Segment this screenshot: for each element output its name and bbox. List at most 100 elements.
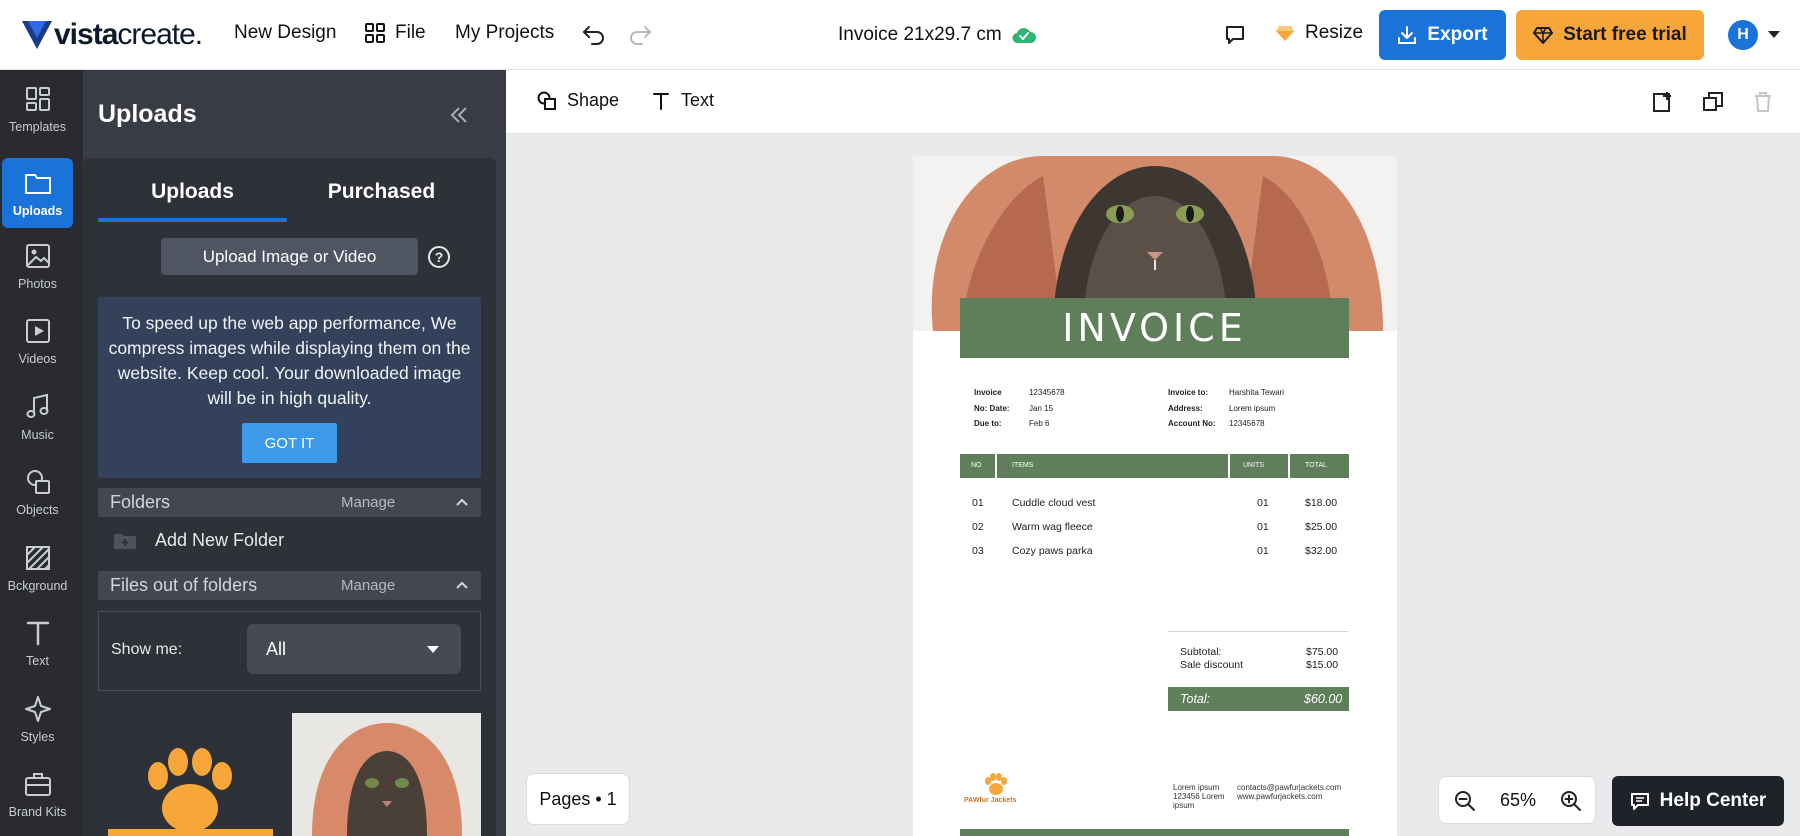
meta-due-value: Feb 6 bbox=[1029, 419, 1050, 428]
paw-logo-image bbox=[108, 748, 273, 836]
account-chevron-down-icon[interactable] bbox=[1768, 31, 1780, 39]
total-bar[interactable]: Total: $60.00 bbox=[1168, 687, 1349, 711]
vistacreate-logo[interactable]: vistacreate. bbox=[22, 18, 203, 51]
footer-address: Lorem ipsum 123456 Lorem ipsum bbox=[1173, 783, 1225, 810]
rail-item-text[interactable]: Text bbox=[2, 608, 73, 678]
folders-label: Folders bbox=[110, 492, 171, 512]
help-icon[interactable]: ? bbox=[428, 246, 450, 268]
folders-section-header: Folders Manage bbox=[98, 488, 481, 517]
export-button[interactable]: Export bbox=[1379, 10, 1506, 60]
cat-photo-image bbox=[292, 713, 481, 836]
meta-address-label: Address: bbox=[1168, 404, 1203, 413]
shape-label: Shape bbox=[567, 90, 620, 110]
row-total: $18.00 bbox=[1305, 497, 1338, 509]
files-manage-link[interactable]: Manage bbox=[341, 577, 395, 594]
zoom-out-icon[interactable] bbox=[1454, 790, 1476, 812]
add-page-icon[interactable] bbox=[1651, 90, 1675, 114]
text-icon bbox=[26, 621, 49, 646]
col-separator bbox=[995, 454, 997, 478]
comment-icon[interactable] bbox=[1224, 24, 1246, 46]
total-label: Total: bbox=[1180, 692, 1211, 706]
brand-kit-icon bbox=[24, 773, 51, 796]
resize-button[interactable]: Resize bbox=[1275, 22, 1363, 44]
discount-label: Sale discount bbox=[1180, 659, 1244, 671]
new-design-button[interactable]: New Design bbox=[234, 22, 336, 44]
footer-email: contacts@pawfurjackets.com bbox=[1237, 783, 1342, 792]
add-shape-button[interactable]: Shape bbox=[537, 90, 619, 111]
footer-brand-name: PAWfur Jackets bbox=[964, 797, 1017, 804]
row-item: Cozy paws parka bbox=[1012, 545, 1093, 557]
folders-chevron-up-icon[interactable] bbox=[452, 492, 472, 512]
rail-item-uploads[interactable]: Uploads bbox=[2, 158, 73, 228]
rail-item-videos[interactable]: Videos bbox=[2, 306, 73, 376]
logo-text-light: create bbox=[117, 18, 195, 51]
rail-label-photos: Photos bbox=[18, 277, 57, 291]
rail-item-styles[interactable]: Styles bbox=[2, 684, 73, 754]
help-center-button[interactable]: Help Center bbox=[1612, 776, 1784, 826]
uploads-panel: Uploads Uploads Purchased Upload Image o… bbox=[83, 70, 506, 836]
caret-down-icon bbox=[427, 646, 439, 653]
meta-date-label: No: Date: bbox=[974, 404, 1010, 413]
footer-accent-bar bbox=[960, 829, 1349, 836]
rail-item-brand-kits[interactable]: Brand Kits bbox=[2, 759, 73, 829]
redo-icon[interactable] bbox=[628, 24, 652, 46]
start-free-trial-button[interactable]: Start free trial bbox=[1516, 10, 1704, 60]
got-it-button[interactable]: GOT IT bbox=[242, 423, 337, 463]
show-me-select[interactable]: All bbox=[247, 624, 461, 674]
total-value: $60.00 bbox=[1304, 692, 1343, 706]
rail-label-objects: Objects bbox=[16, 503, 59, 517]
meta-invoice-value: 12345678 bbox=[1029, 388, 1065, 397]
undo-icon[interactable] bbox=[582, 24, 606, 46]
add-new-folder-button[interactable]: Add New Folder bbox=[113, 530, 284, 551]
footer-website: www.pawfurjackets.com bbox=[1237, 792, 1323, 801]
collapse-panel-icon[interactable] bbox=[448, 104, 470, 126]
rail-item-objects[interactable]: Objects bbox=[2, 457, 73, 527]
file-label: File bbox=[395, 22, 426, 43]
notice-text: To speed up the web app performance, We … bbox=[108, 313, 471, 408]
add-text-button[interactable]: Text bbox=[651, 90, 714, 111]
col-units: UNITS bbox=[1243, 462, 1264, 469]
rail-item-photos[interactable]: Photos bbox=[2, 231, 73, 301]
document-title-text: Invoice 21x29.7 cm bbox=[838, 24, 1002, 45]
logo-text-bold: vista bbox=[54, 18, 118, 51]
gem-icon bbox=[1533, 27, 1554, 44]
rail-item-music[interactable]: Music bbox=[2, 382, 73, 452]
tab-purchased[interactable]: Purchased bbox=[287, 180, 476, 204]
zoom-in-icon[interactable] bbox=[1560, 790, 1582, 812]
my-projects-button[interactable]: My Projects bbox=[455, 22, 554, 44]
add-new-folder-label: Add New Folder bbox=[155, 530, 285, 550]
folder-icon bbox=[24, 174, 51, 194]
meta-invoice-to-value: Harshita Tewari bbox=[1229, 388, 1284, 397]
meta-account-value: 12345678 bbox=[1229, 419, 1265, 428]
files-chevron-up-icon[interactable] bbox=[452, 575, 472, 595]
meta-invoice-label: Invoice bbox=[974, 388, 1002, 397]
meta-account-label: Account No: bbox=[1168, 419, 1216, 428]
upload-thumbnail-logo[interactable] bbox=[98, 713, 283, 836]
pages-button[interactable]: Pages • 1 bbox=[526, 773, 630, 825]
folders-manage-link[interactable]: Manage bbox=[341, 494, 395, 511]
meta-due-label: Due to: bbox=[974, 419, 1002, 428]
row-item: Cuddle cloud vest bbox=[1012, 497, 1096, 509]
invoice-title[interactable]: INVOICE bbox=[960, 298, 1349, 358]
export-label: Export bbox=[1427, 24, 1488, 45]
rail-item-templates[interactable]: Templates bbox=[2, 74, 73, 144]
compression-notice: To speed up the web app performance, We … bbox=[98, 297, 481, 478]
tab-uploads[interactable]: Uploads bbox=[98, 180, 287, 204]
rail-label-music: Music bbox=[21, 428, 54, 442]
download-icon bbox=[1398, 26, 1417, 44]
user-avatar[interactable]: H bbox=[1728, 20, 1758, 50]
delete-page-icon[interactable] bbox=[1751, 90, 1775, 114]
col-total: TOTAL bbox=[1305, 462, 1327, 469]
video-icon bbox=[25, 319, 50, 343]
templates-icon bbox=[25, 87, 50, 111]
invoice-page[interactable]: INVOICE Invoice 12345678 No: Date: Jan 1… bbox=[913, 156, 1397, 836]
duplicate-page-icon[interactable] bbox=[1701, 90, 1725, 114]
file-menu-button[interactable]: File bbox=[365, 22, 426, 44]
upload-thumbnail-cat-photo[interactable] bbox=[292, 713, 481, 836]
summary-divider bbox=[1168, 631, 1349, 632]
start-free-trial-label: Start free trial bbox=[1563, 24, 1687, 45]
upload-image-video-button[interactable]: Upload Image or Video bbox=[161, 238, 418, 275]
document-title[interactable]: Invoice 21x29.7 cm bbox=[838, 24, 1002, 46]
rail-item-background[interactable]: Bckground bbox=[2, 533, 73, 603]
files-section-header: Files out of folders Manage bbox=[98, 571, 481, 600]
